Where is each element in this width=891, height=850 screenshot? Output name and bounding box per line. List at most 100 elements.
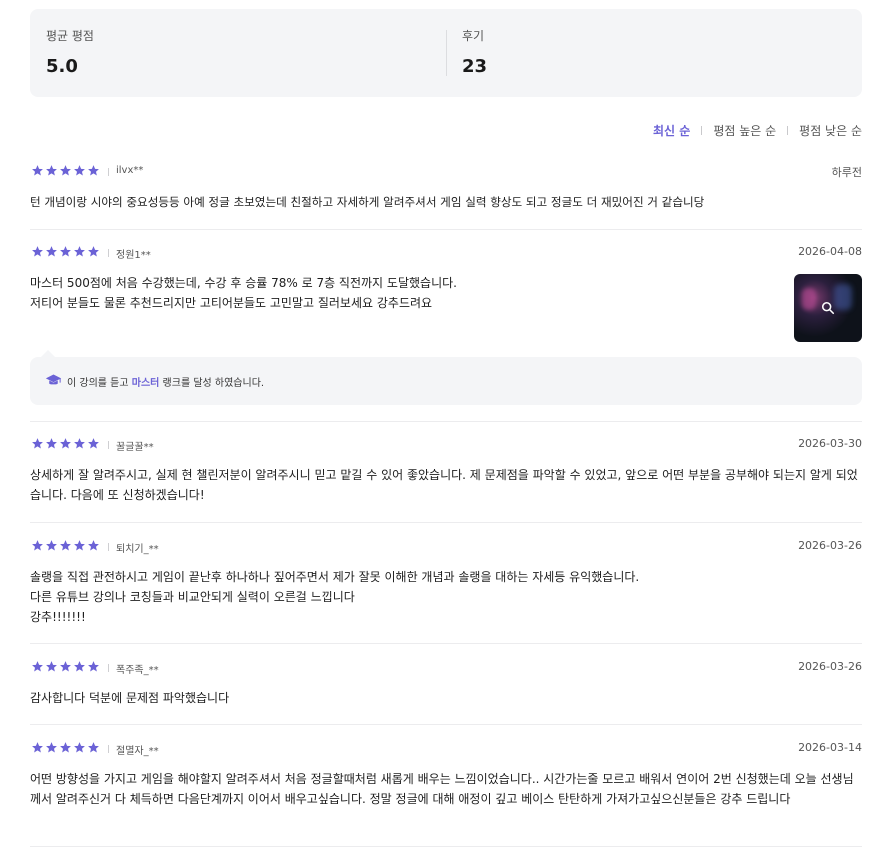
review-author: ilvx** [116,165,144,176]
review-date: 2026-03-14 [798,741,862,754]
review-author: 정원1** [116,250,151,261]
star-icon [88,540,99,551]
review-item: 꿀글꿀** 2026-03-30 상세하게 잘 알려주시고, 실제 현 챌린저분… [30,437,862,507]
star-icon [60,540,71,551]
star-icon [74,165,85,176]
achievement-text-before: 이 강의를 듣고 [67,378,132,389]
star-icon [88,246,99,257]
star-icon [46,742,57,753]
review-header: 절멸자_** 2026-03-14 [30,741,862,757]
star-icon [46,661,57,672]
star-icon [88,742,99,753]
review-text: 어떤 방향성을 가지고 게임을 해야할지 알려주셔서 처음 정글할때처럼 새롭게… [30,772,854,806]
review-date: 2026-03-26 [798,660,862,673]
star-icon [32,246,43,257]
thumbnail-art [834,284,852,310]
star-icon [46,246,57,257]
review-author: 폭주족_** [116,665,159,676]
star-icon [74,246,85,257]
review-divider [30,522,862,523]
star-icon [32,438,43,449]
review-image-thumbnail[interactable] [794,274,862,342]
sort-options: 최신 순 평점 높은 순 평점 낮은 순 [653,122,862,139]
star-icon [46,540,57,551]
graduation-cap-icon [45,374,62,385]
review-header: 꿀글꿀** 2026-03-30 [30,437,862,453]
star-icon [60,165,71,176]
sort-latest[interactable]: 최신 순 [653,122,690,139]
summary-divider [446,30,447,76]
sort-separator [701,126,703,135]
star-icon [46,438,57,449]
star-icon [32,540,43,551]
header-separator [108,249,109,257]
star-icon [88,165,99,176]
review-text-line: 솔랭을 직접 관전하시고 게임이 끝난후 하나하나 짚어주면서 제가 잘못 이해… [30,570,640,584]
review-text: 상세하게 잘 알려주시고, 실제 현 챌린저분이 알려주시니 믿고 맡길 수 있… [30,468,858,502]
review-date: 2026-03-30 [798,437,862,450]
review-item: 폭주족_** 2026-03-26 감사합니다 덕분에 문제점 파악했습니다 [30,660,862,710]
review-divider [30,643,862,644]
header-separator [108,543,109,551]
review-item: ilvx** 하루전 턴 개념이랑 시야의 중요성등등 아예 정글 초보였는데 … [30,164,862,224]
review-date: 2026-03-26 [798,539,862,552]
achievement-rank: 마스터 [131,378,160,389]
review-divider [30,846,862,847]
header-separator [108,745,109,753]
star-rating [31,245,100,258]
star-icon [74,742,85,753]
star-icon [32,165,43,176]
sort-rating-low[interactable]: 평점 낮은 순 [799,122,862,139]
star-icon [60,742,71,753]
review-author: 퇴치기_** [116,544,159,555]
review-author: 꿀글꿀** [116,442,154,453]
star-rating [31,660,100,673]
review-text-line: 마스터 500점에 처음 수강했는데, 수강 후 승률 78% 로 7층 직전까… [30,276,457,290]
header-separator [108,441,109,449]
review-header: 폭주족_** 2026-03-26 [30,660,862,676]
average-rating-label: 평균 평점 [46,29,94,43]
star-rating [31,539,100,552]
review-header: ilvx** 하루전 [30,164,862,180]
review-item: 절멸자_** 2026-03-14 어떤 방향성을 가지고 게임을 해야할지 알… [30,741,862,831]
star-icon [46,165,57,176]
review-item: 정원1** 2026-04-08 마스터 500점에 처음 수강했는데, 수강 … [30,245,862,405]
star-icon [74,661,85,672]
star-icon [32,742,43,753]
review-text-line: 강추!!!!!!! [30,610,86,624]
star-rating [31,741,100,754]
average-rating-value: 5.0 [46,56,78,77]
review-date: 2026-04-08 [798,245,862,258]
star-icon [60,246,71,257]
review-count-value: 23 [462,56,488,77]
review-divider [30,724,862,725]
star-icon [74,540,85,551]
star-rating [31,164,100,177]
review-count-label: 후기 [462,29,485,43]
review-text-line: 다른 유튜브 강의나 코칭들과 비교안되게 실력이 오른걸 느낍니다 [30,590,355,604]
review-header: 정원1** 2026-04-08 [30,245,862,261]
sort-separator [787,126,789,135]
star-rating [31,437,100,450]
header-separator [108,168,109,176]
sort-rating-high[interactable]: 평점 높은 순 [713,122,776,139]
star-icon [88,661,99,672]
star-icon [74,438,85,449]
achievement-text-after: 랭크를 달성 하였습니다. [159,378,265,389]
achievement-banner: 이 강의를 듣고 마스터 랭크를 달성 하였습니다. [30,350,862,405]
review-text-line: 저티어 분들도 물론 추천드리지만 고티어분들도 고민말고 질러보세요 강추드려… [30,296,433,310]
star-icon [60,661,71,672]
rating-summary: 평균 평점 5.0 후기 23 [30,9,862,97]
magnifier-icon [821,301,835,315]
review-date: 하루전 [831,166,862,179]
star-icon [88,438,99,449]
review-divider [30,229,862,230]
review-header: 퇴치기_** 2026-03-26 [30,539,862,555]
review-text: 감사합니다 덕분에 문제점 파악했습니다 [30,691,230,705]
review-text: 턴 개념이랑 시야의 중요성등등 아예 정글 초보였는데 친절하고 자세하게 알… [30,195,705,209]
star-icon [60,438,71,449]
achievement-text: 이 강의를 듣고 마스터 랭크를 달성 하였습니다. [67,374,264,389]
review-author: 절멸자_** [116,746,159,757]
star-icon [32,661,43,672]
review-divider [30,421,862,422]
